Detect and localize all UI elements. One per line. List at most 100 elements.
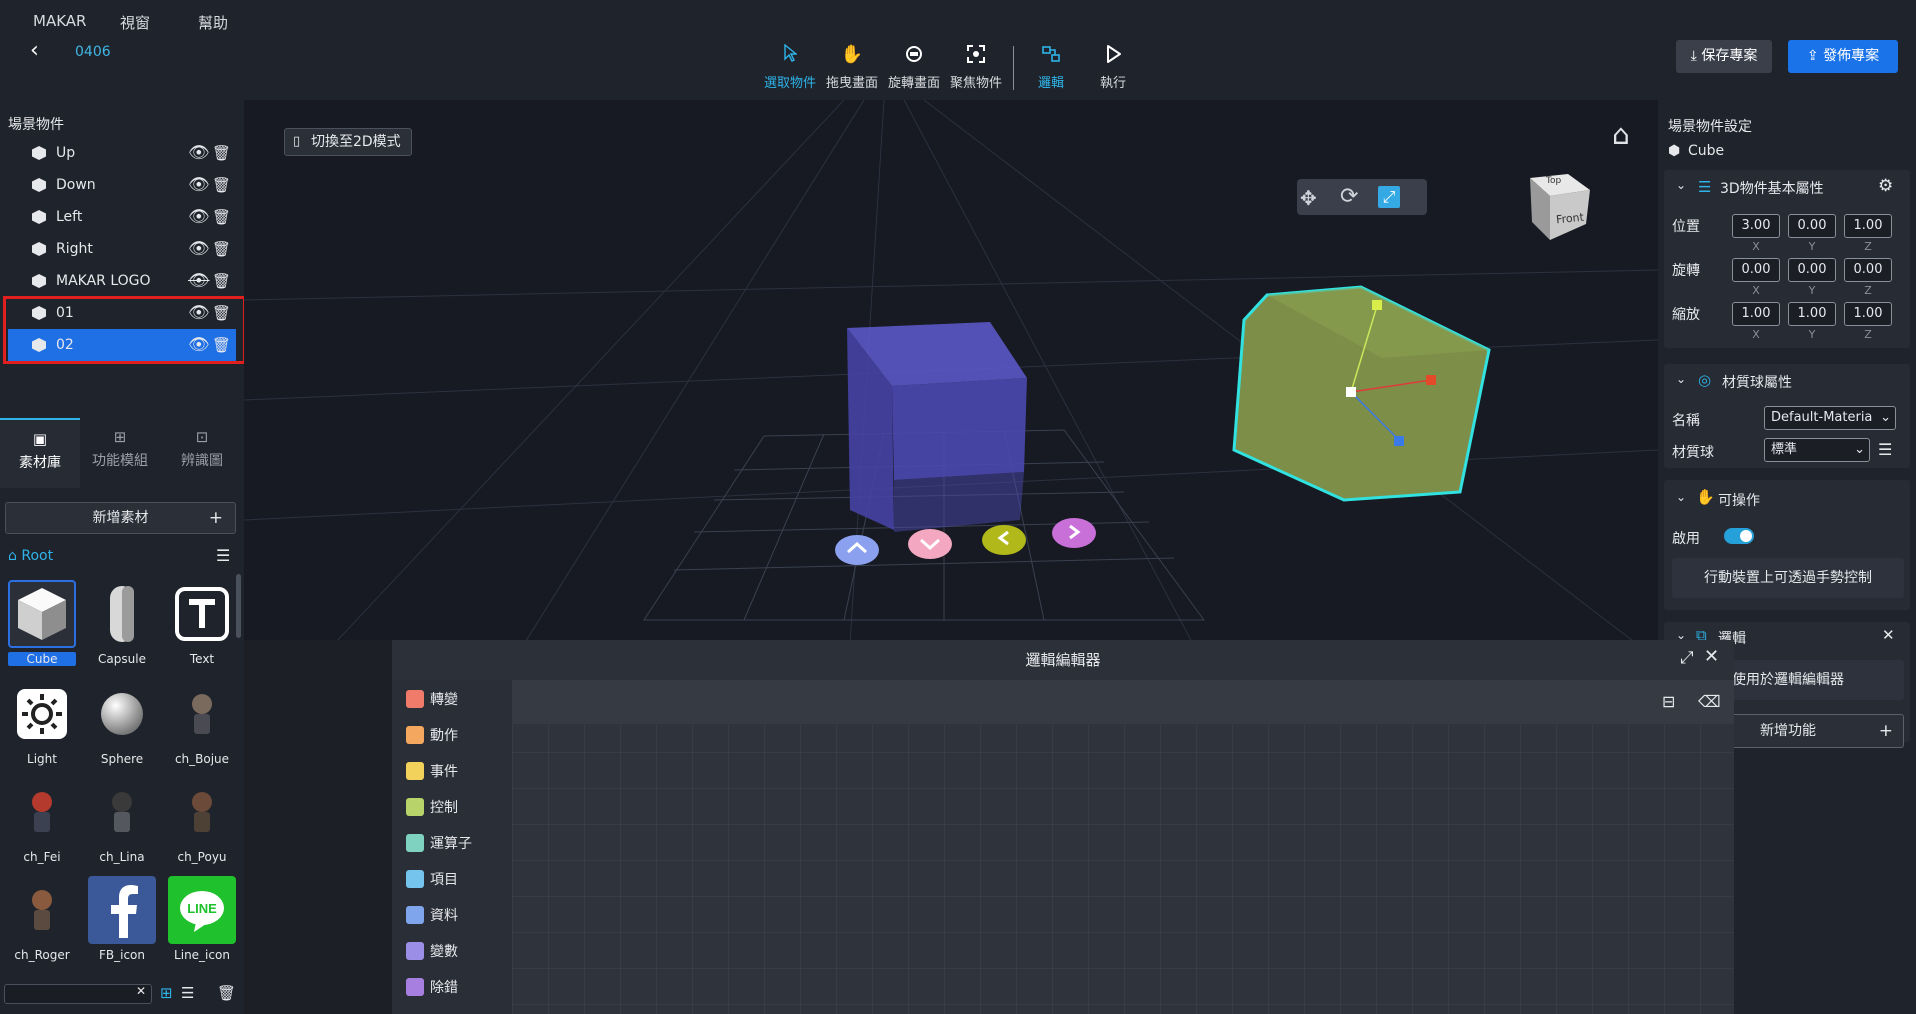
asset-cube[interactable]: Cube xyxy=(2,580,82,678)
eye-hidden-icon[interactable]: 👁 xyxy=(188,265,210,297)
eye-icon[interactable]: 👁 xyxy=(188,233,210,265)
tool-drag[interactable]: ✋ 拖曳畫面 xyxy=(817,44,887,91)
switch-2d-mode-button[interactable]: ▯ 切換至2D模式 xyxy=(284,128,412,156)
asset-sphere[interactable]: Sphere xyxy=(82,680,162,778)
eye-icon[interactable]: 👁 xyxy=(188,137,210,169)
position-z-input[interactable]: 1.00 xyxy=(1844,214,1892,238)
tab-assets[interactable]: ▣ 素材庫 xyxy=(0,418,80,488)
scene-object-left[interactable]: Left 👁 🗑 xyxy=(8,201,236,233)
close-icon[interactable]: ✕ xyxy=(1882,626,1895,644)
position-x-input[interactable]: 3.00 xyxy=(1732,214,1780,238)
asset-text[interactable]: Text xyxy=(162,580,242,678)
scene-object-up[interactable]: Up 👁 🗑 xyxy=(8,137,236,169)
scene-object-down[interactable]: Down 👁 🗑 xyxy=(8,169,236,201)
trash-icon[interactable]: 🗑 xyxy=(212,137,231,169)
tool-select[interactable]: 選取物件 xyxy=(755,43,825,91)
character-thumbnail xyxy=(168,680,236,748)
close-icon[interactable]: ✕ xyxy=(1704,646,1719,667)
tool-logic[interactable]: 邏輯 xyxy=(1016,44,1086,91)
asset-light[interactable]: Light xyxy=(2,680,82,778)
play-icon xyxy=(1078,44,1148,68)
scene-object-right[interactable]: Right 👁 🗑 xyxy=(8,233,236,265)
asset-line-icon[interactable]: LINE Line_icon xyxy=(162,876,242,974)
material-ball-select[interactable]: 標準 ⌄ xyxy=(1764,438,1870,462)
scene-object-makar-logo[interactable]: MAKAR LOGO 👁 🗑 xyxy=(8,265,236,297)
asset-ch-bojue[interactable]: ch_Bojue xyxy=(162,680,242,778)
asset-ch-poyu[interactable]: ch_Poyu xyxy=(162,778,242,876)
category-label: 動作 xyxy=(430,728,458,744)
add-asset-button[interactable]: 新增素材 + xyxy=(5,502,236,534)
eraser-icon[interactable]: ⌫ xyxy=(1698,692,1721,711)
chevron-down-icon[interactable]: ⌄ xyxy=(1676,490,1686,504)
grid-view-icon[interactable]: ⊞ xyxy=(160,984,173,1002)
category-data[interactable]: 資料 xyxy=(406,906,516,930)
menu-window[interactable]: 視窗 xyxy=(120,12,150,33)
chevron-down-icon[interactable]: ⌄ xyxy=(1676,372,1686,386)
scale-tool-icon[interactable]: ⤢ xyxy=(1378,186,1400,208)
view-cube[interactable]: Top Front xyxy=(1528,172,1590,240)
category-event[interactable]: 事件 xyxy=(406,762,516,786)
delete-asset-icon[interactable]: 🗑 xyxy=(217,984,236,1002)
trash-icon[interactable]: 🗑 xyxy=(212,201,231,233)
category-transform[interactable]: 轉變 xyxy=(406,690,516,714)
gesture-control-button[interactable]: 行動裝置上可透過手勢控制 xyxy=(1672,558,1904,598)
position-y-input[interactable]: 0.00 xyxy=(1788,214,1836,238)
tab-modules-label: 功能模組 xyxy=(92,453,148,469)
asset-root-breadcrumb[interactable]: ⌂ Root xyxy=(8,548,53,564)
scale-z-input[interactable]: 1.00 xyxy=(1844,302,1892,326)
scene-object-label: MAKAR LOGO xyxy=(56,273,151,289)
list-view-icon[interactable]: ☰ xyxy=(181,984,194,1002)
trash-icon[interactable]: 🗑 xyxy=(212,233,231,265)
publish-project-button[interactable]: ⇪ 發佈專案 xyxy=(1788,40,1898,73)
rotation-x-input[interactable]: 0.00 xyxy=(1732,258,1780,282)
asset-ch-lina[interactable]: ch_Lina xyxy=(82,778,162,876)
menu-makar[interactable]: MAKAR xyxy=(33,12,86,30)
material-name-select[interactable]: Default-Materia ⌄ xyxy=(1764,406,1896,430)
save-project-button[interactable]: ⤓ 保存專案 xyxy=(1676,40,1772,73)
tab-assets-label: 素材庫 xyxy=(19,455,61,471)
category-variable[interactable]: 變數 xyxy=(406,942,516,966)
category-action[interactable]: 動作 xyxy=(406,726,516,750)
tool-run[interactable]: 執行 xyxy=(1078,44,1148,91)
eye-icon[interactable]: 👁 xyxy=(188,169,210,201)
asset-fb-icon[interactable]: FB_icon xyxy=(82,876,162,974)
category-control[interactable]: 控制 xyxy=(406,798,516,822)
category-debug[interactable]: 除錯 xyxy=(406,978,516,1002)
asset-ch-fei[interactable]: ch_Fei xyxy=(2,778,82,876)
tool-rotate[interactable]: 旋轉畫面 xyxy=(879,44,949,91)
list-icon[interactable]: ☰ xyxy=(1878,440,1892,459)
asset-name: ch_Poyu xyxy=(177,850,227,864)
rotation-y-input[interactable]: 0.00 xyxy=(1788,258,1836,282)
asset-ch-roger[interactable]: ch_Roger xyxy=(2,876,82,974)
scale-y-input[interactable]: 1.00 xyxy=(1788,302,1836,326)
rotation-z-input[interactable]: 0.00 xyxy=(1844,258,1892,282)
tool-focus[interactable]: 聚焦物件 xyxy=(941,44,1011,91)
move-tool-icon[interactable]: ✥ xyxy=(1300,186,1317,210)
scene-viewport[interactable] xyxy=(244,100,1658,640)
asset-search-input[interactable] xyxy=(4,984,152,1004)
settings-icon[interactable]: ⚙ xyxy=(1878,176,1893,196)
rotate-tool-icon[interactable]: ⟳ xyxy=(1340,184,1358,209)
menu-help[interactable]: 幫助 xyxy=(198,12,228,33)
category-item[interactable]: 項目 xyxy=(406,870,516,894)
tab-recognition[interactable]: ⊡ 辨識圖 xyxy=(162,418,242,488)
back-arrow-icon[interactable]: ‹ xyxy=(30,40,50,64)
home-view-icon[interactable]: ⌂ xyxy=(1612,118,1630,151)
clear-search-icon[interactable]: ✕ xyxy=(136,984,146,998)
category-operator[interactable]: 運算子 xyxy=(406,834,516,858)
eye-icon[interactable]: 👁 xyxy=(188,201,210,233)
layout-icon[interactable]: ⊟ xyxy=(1662,692,1675,711)
enable-toggle[interactable] xyxy=(1724,528,1754,544)
category-label: 變數 xyxy=(430,944,458,960)
trash-icon[interactable]: 🗑 xyxy=(212,265,231,297)
asset-capsule[interactable]: Capsule xyxy=(82,580,162,678)
trash-icon[interactable]: 🗑 xyxy=(212,169,231,201)
capsule-thumbnail xyxy=(88,580,156,648)
logic-canvas[interactable] xyxy=(512,680,1734,1014)
expand-icon[interactable]: ⤢ xyxy=(1680,648,1694,668)
sort-icon[interactable]: ☰ xyxy=(216,546,230,565)
interactive-title: 可操作 xyxy=(1718,493,1760,509)
scale-x-input[interactable]: 1.00 xyxy=(1732,302,1780,326)
tab-modules[interactable]: ⊞ 功能模組 xyxy=(80,418,160,488)
chevron-down-icon[interactable]: ⌄ xyxy=(1676,178,1686,192)
